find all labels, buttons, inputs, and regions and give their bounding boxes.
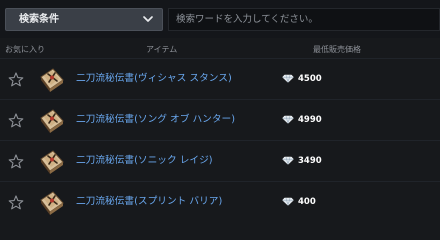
star-outline-icon[interactable] bbox=[8, 72, 24, 87]
skill-book-icon bbox=[40, 68, 64, 92]
diamond-currency-icon bbox=[282, 115, 294, 124]
filter-dropdown-label: 検索条件 bbox=[19, 14, 59, 25]
skill-book-icon bbox=[40, 191, 64, 215]
item-name[interactable]: 二刀流秘伝書(ソニック レイジ) bbox=[76, 154, 213, 168]
star-outline-icon[interactable] bbox=[8, 154, 24, 169]
item-price: 4500 bbox=[298, 74, 322, 84]
item-list: 二刀流秘伝書(ヴィシャス スタンス) 4500 二刀流秘伝書(ソング オブ ハン… bbox=[0, 58, 440, 222]
filter-dropdown[interactable]: 検索条件 bbox=[5, 8, 163, 31]
item-row[interactable]: 二刀流秘伝書(ソニック レイジ) 3490 bbox=[0, 140, 440, 181]
skill-book-icon bbox=[40, 150, 64, 174]
diamond-currency-icon bbox=[282, 197, 294, 206]
item-name[interactable]: 二刀流秘伝書(ヴィシャス スタンス) bbox=[76, 72, 232, 86]
search-bar: 検索条件 bbox=[0, 0, 440, 38]
skill-book-icon bbox=[40, 109, 64, 133]
star-outline-icon[interactable] bbox=[8, 113, 24, 128]
diamond-currency-icon bbox=[282, 156, 294, 165]
column-header-favorite: お気に入り bbox=[5, 45, 45, 54]
item-price: 400 bbox=[298, 197, 316, 207]
column-header-item: アイテム bbox=[146, 45, 178, 54]
item-row[interactable]: 二刀流秘伝書(スプリント バリア) 400 bbox=[0, 181, 440, 222]
column-header-lowest-price: 最低販売価格 bbox=[313, 45, 361, 54]
item-name[interactable]: 二刀流秘伝書(スプリント バリア) bbox=[76, 195, 222, 209]
chevron-down-icon bbox=[143, 16, 153, 22]
item-price: 3490 bbox=[298, 156, 322, 166]
search-input[interactable] bbox=[168, 8, 440, 31]
diamond-currency-icon bbox=[282, 74, 294, 83]
item-price: 4990 bbox=[298, 115, 322, 125]
star-outline-icon[interactable] bbox=[8, 195, 24, 210]
item-name[interactable]: 二刀流秘伝書(ソング オブ ハンター) bbox=[76, 113, 235, 127]
item-row[interactable]: 二刀流秘伝書(ソング オブ ハンター) 4990 bbox=[0, 99, 440, 140]
item-row[interactable]: 二刀流秘伝書(ヴィシャス スタンス) 4500 bbox=[0, 58, 440, 99]
